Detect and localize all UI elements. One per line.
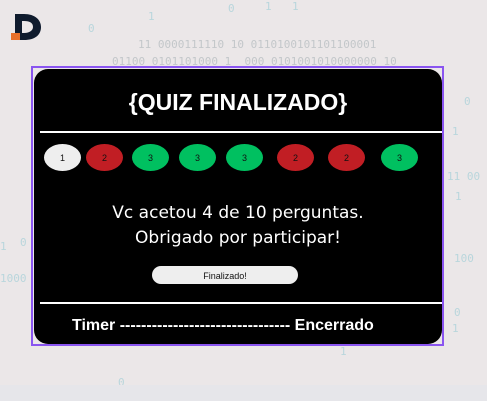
binary-text: 1 <box>452 322 459 335</box>
result-message: Vc acetou 4 de 10 perguntas. Obrigado po… <box>34 201 442 251</box>
answer-dot-7[interactable]: 2 <box>328 144 365 171</box>
binary-text: 0 <box>88 22 95 35</box>
answer-dot-label: 2 <box>343 152 349 163</box>
answer-indicators: 1 2 3 3 3 2 2 3 <box>44 144 434 172</box>
binary-text: 1000 <box>0 272 27 285</box>
answer-dot-4[interactable]: 3 <box>179 144 216 171</box>
binary-text: 100 <box>454 252 474 265</box>
answer-dot-label: 3 <box>396 152 402 163</box>
answer-dot-5[interactable]: 3 <box>226 144 263 171</box>
answer-dot-6[interactable]: 2 <box>277 144 314 171</box>
finish-button[interactable]: Finalizado! <box>152 266 298 284</box>
answer-dot-2[interactable]: 2 <box>86 144 123 171</box>
answer-dot-3[interactable]: 3 <box>132 144 169 171</box>
answer-dot-label: 3 <box>147 152 153 163</box>
binary-text: 11 0000111110 10 0110100101101100001 <box>138 38 377 51</box>
binary-text: 1 <box>452 125 459 138</box>
binary-text: 0 <box>228 2 235 15</box>
answer-dot-label: 3 <box>241 152 247 163</box>
binary-text: 0 <box>464 95 471 108</box>
thanks-text: Obrigado por participar! <box>135 228 341 248</box>
binary-text: 1 <box>455 190 462 203</box>
page-title: {QUIZ FINALIZADO} <box>128 89 348 115</box>
divider <box>40 302 442 304</box>
logo-icon <box>11 14 41 40</box>
answer-dot-1[interactable]: 1 <box>44 144 81 171</box>
answer-dot-label: 2 <box>292 152 298 163</box>
binary-text: 1 <box>340 345 347 358</box>
answer-dot-label: 3 <box>194 152 200 163</box>
binary-text: 1 <box>148 10 155 23</box>
answer-dot-8[interactable]: 3 <box>381 144 418 171</box>
binary-text: 0 <box>20 236 27 249</box>
bottom-band <box>0 385 487 401</box>
binary-text: 1 <box>292 0 299 13</box>
quiz-result-card: {QUIZ FINALIZADO} 1 2 3 3 3 2 2 3 Vc ace… <box>34 69 442 344</box>
answer-dot-label: 1 <box>59 152 65 163</box>
binary-text: 0 <box>454 306 461 319</box>
timer-status: Timer -------------------------------- E… <box>72 317 374 334</box>
divider <box>40 131 442 133</box>
score-text: Vc acetou 4 de 10 perguntas. <box>112 203 364 223</box>
binary-text: 1 <box>265 0 272 13</box>
binary-text: 11 00 <box>447 170 481 183</box>
binary-text: 1 <box>0 240 7 253</box>
answer-dot-label: 2 <box>101 152 107 163</box>
